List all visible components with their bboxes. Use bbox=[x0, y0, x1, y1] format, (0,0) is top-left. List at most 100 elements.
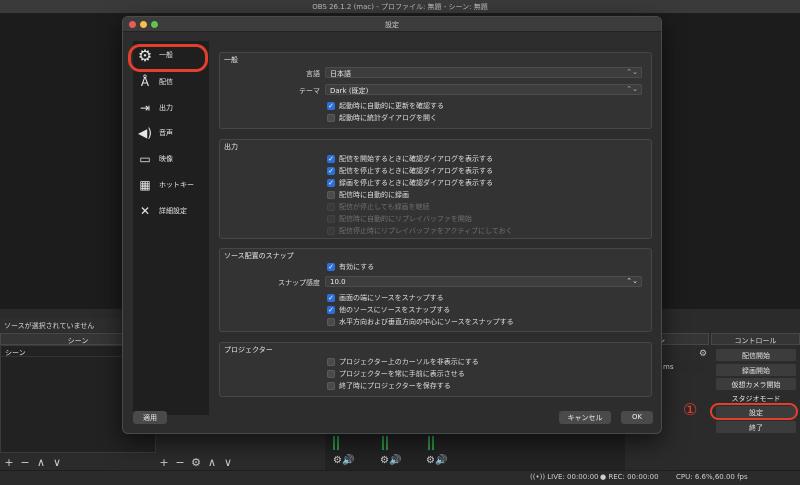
speaker-icon: ◀) bbox=[138, 126, 152, 140]
snapping-group: ソース配置のスナップ ✓ 有効にする スナップ感度 10.0 ⌃⌄ ✓ 画面の端… bbox=[219, 248, 652, 332]
start-streaming-button[interactable]: 配信開始 bbox=[716, 349, 796, 361]
snap-sensitivity-spinbox[interactable]: 10.0 ⌃⌄ bbox=[325, 276, 642, 287]
checkbox-unchecked-icon bbox=[327, 370, 335, 378]
apply-button[interactable]: 適用 bbox=[133, 411, 167, 424]
projectors-group: プロジェクター プロジェクター上のカーソルを非表示にする プロジェクターを常に手… bbox=[219, 342, 652, 397]
keep-recording-checkbox: 配信が停止しても録画を継続 bbox=[327, 202, 429, 212]
start-virtual-camera-button[interactable]: 仮想カメラ開始 bbox=[716, 378, 796, 390]
snap-sensitivity-label: スナップ感度 bbox=[278, 279, 320, 287]
move-down-icon[interactable]: ∨ bbox=[222, 456, 234, 469]
always-on-top-checkbox[interactable]: プロジェクターを常に手前に表示させる bbox=[327, 369, 465, 379]
dialog-titlebar: 設定 bbox=[123, 17, 661, 32]
open-stats-checkbox[interactable]: 起動時に統計ダイアログを開く bbox=[327, 113, 437, 123]
gear-icon[interactable]: ⚙ bbox=[699, 349, 707, 359]
monitor-icon: ▭ bbox=[139, 152, 151, 166]
select-arrow-icon: ⌃⌄ bbox=[626, 85, 638, 93]
theme-label: テーマ bbox=[299, 87, 320, 95]
sidebar-item-hotkeys[interactable]: ▦ ホットキー bbox=[133, 175, 209, 195]
checkbox-unchecked-icon bbox=[327, 114, 335, 122]
group-title: ソース配置のスナップ bbox=[224, 252, 294, 260]
sidebar-item-label: 配信 bbox=[159, 78, 173, 86]
sidebar-item-label: 音声 bbox=[159, 129, 173, 137]
sidebar-item-output[interactable]: ⇥ 出力 bbox=[133, 98, 209, 118]
checkbox-checked-icon: ✓ bbox=[327, 263, 335, 271]
general-group: 一般 言語 日本語 ⌃⌄ テーマ Dark (既定) ⌃⌄ ✓ 起動時に自動的に… bbox=[219, 52, 652, 129]
controls-header: コントロール bbox=[711, 333, 800, 345]
checkbox-unchecked-icon bbox=[327, 191, 335, 199]
check-updates-checkbox[interactable]: ✓ 起動時に自動的に更新を確認する bbox=[327, 101, 444, 111]
add-icon[interactable]: + bbox=[3, 456, 15, 469]
scene-list-buttons: + − ∧ ∨ bbox=[3, 455, 63, 469]
checkbox-unchecked-icon bbox=[327, 358, 335, 366]
group-title: 一般 bbox=[224, 56, 238, 64]
start-recording-button[interactable]: 録画開始 bbox=[716, 364, 796, 376]
language-label: 言語 bbox=[306, 70, 320, 78]
checkbox-checked-icon: ✓ bbox=[327, 155, 335, 163]
remove-icon[interactable]: − bbox=[19, 456, 31, 469]
checkbox-checked-icon: ✓ bbox=[327, 179, 335, 187]
source-list-buttons: + − ⚙ ∧ ∨ bbox=[158, 455, 234, 469]
live-status: ((•)) LIVE: 00:00:00 bbox=[530, 473, 599, 481]
checkbox-unchecked-icon bbox=[327, 318, 335, 326]
hide-cursor-checkbox[interactable]: プロジェクター上のカーソルを非表示にする bbox=[327, 357, 479, 367]
ok-button[interactable]: OK bbox=[621, 411, 653, 424]
main-window-titlebar: OBS 26.1.2 (mac) - プロファイル: 無題 - シーン: 無題 bbox=[0, 0, 800, 14]
cancel-button[interactable]: キャンセル bbox=[559, 411, 611, 424]
confirm-stop-stream-checkbox[interactable]: ✓ 配信を停止するときに確認ダイアログを表示する bbox=[327, 166, 493, 176]
record-when-streaming-checkbox[interactable]: 配信時に自動的に録画 bbox=[327, 190, 409, 200]
settings-sidebar: ⚙ 一般 Å 配信 ⇥ 出力 ◀) 音声 ▭ 映像 ▦ ホットキー ✕ 詳細設定 bbox=[133, 41, 209, 415]
sidebar-item-stream[interactable]: Å 配信 bbox=[133, 72, 209, 92]
tools-icon: ✕ bbox=[139, 204, 151, 218]
sidebar-item-video[interactable]: ▭ 映像 bbox=[133, 149, 209, 169]
theme-select[interactable]: Dark (既定) ⌃⌄ bbox=[325, 84, 642, 95]
volume-meter bbox=[382, 436, 392, 450]
mixer-settings-icon[interactable]: ⚙🔊 bbox=[426, 455, 447, 466]
checkbox-checked-icon: ✓ bbox=[327, 167, 335, 175]
group-title: プロジェクター bbox=[224, 346, 273, 354]
checkbox-checked-icon: ✓ bbox=[327, 306, 335, 314]
add-icon[interactable]: + bbox=[158, 456, 170, 469]
move-down-icon[interactable]: ∨ bbox=[51, 456, 63, 469]
language-select[interactable]: 日本語 ⌃⌄ bbox=[325, 67, 642, 78]
save-on-exit-checkbox[interactable]: 終了時にプロジェクターを保存する bbox=[327, 381, 451, 391]
volume-meter bbox=[333, 436, 343, 450]
audio-mixer-dock bbox=[325, 432, 625, 470]
checkbox-checked-icon: ✓ bbox=[327, 294, 335, 302]
sidebar-item-audio[interactable]: ◀) 音声 bbox=[133, 123, 209, 143]
remove-icon[interactable]: − bbox=[174, 456, 186, 469]
confirm-stop-record-checkbox[interactable]: ✓ 録画を停止するときに確認ダイアログを表示する bbox=[327, 178, 493, 188]
move-up-icon[interactable]: ∧ bbox=[35, 456, 47, 469]
step-number-marker: ① bbox=[683, 400, 698, 419]
exit-button[interactable]: 終了 bbox=[716, 421, 796, 433]
output-icon: ⇥ bbox=[139, 101, 151, 115]
cpu-status: CPU: 6.6%,60.00 fps bbox=[676, 473, 748, 481]
snap-center-checkbox[interactable]: 水平方向および垂直方向の中心にソースをスナップする bbox=[327, 317, 514, 327]
highlight-ring bbox=[710, 403, 798, 420]
sidebar-item-label: 詳細設定 bbox=[159, 207, 187, 215]
mixer-settings-icon[interactable]: ⚙🔊 bbox=[333, 455, 354, 466]
snap-screen-edge-checkbox[interactable]: ✓ 画面の端にソースをスナップする bbox=[327, 293, 444, 303]
checkbox-disabled-icon bbox=[327, 203, 335, 211]
replay-buffer-auto-checkbox: 配信時に自動的にリプレイバッファを開始 bbox=[327, 214, 472, 224]
snap-other-sources-checkbox[interactable]: ✓ 他のソースにソースをスナップする bbox=[327, 305, 450, 315]
spin-arrows-icon[interactable]: ⌃⌄ bbox=[626, 277, 638, 285]
checkbox-checked-icon: ✓ bbox=[327, 102, 335, 110]
sidebar-item-label: ホットキー bbox=[159, 181, 194, 189]
replay-buffer-active-checkbox: 配信停止時にリプレイバッファをアクティブにしておく bbox=[327, 226, 513, 236]
keyboard-icon: ▦ bbox=[139, 178, 151, 192]
transition-duration-field[interactable]: ms bbox=[660, 362, 705, 373]
antenna-icon: Å bbox=[140, 75, 150, 89]
output-group: 出力 ✓ 配信を開始するときに確認ダイアログを表示する ✓ 配信を停止するときに… bbox=[219, 139, 652, 239]
sidebar-item-advanced[interactable]: ✕ 詳細設定 bbox=[133, 201, 209, 221]
highlight-ring bbox=[128, 44, 208, 72]
sidebar-item-label: 出力 bbox=[159, 104, 173, 112]
sidebar-item-label: 映像 bbox=[159, 155, 173, 163]
mixer-settings-icon[interactable]: ⚙🔊 bbox=[380, 455, 401, 466]
move-up-icon[interactable]: ∧ bbox=[206, 456, 218, 469]
checkbox-disabled-icon bbox=[327, 227, 335, 235]
gear-icon[interactable]: ⚙ bbox=[190, 456, 202, 469]
confirm-start-stream-checkbox[interactable]: ✓ 配信を開始するときに確認ダイアログを表示する bbox=[327, 154, 493, 164]
select-arrow-icon: ⌃⌄ bbox=[626, 68, 638, 76]
group-title: 出力 bbox=[224, 143, 238, 151]
snap-enable-checkbox[interactable]: ✓ 有効にする bbox=[327, 262, 374, 272]
